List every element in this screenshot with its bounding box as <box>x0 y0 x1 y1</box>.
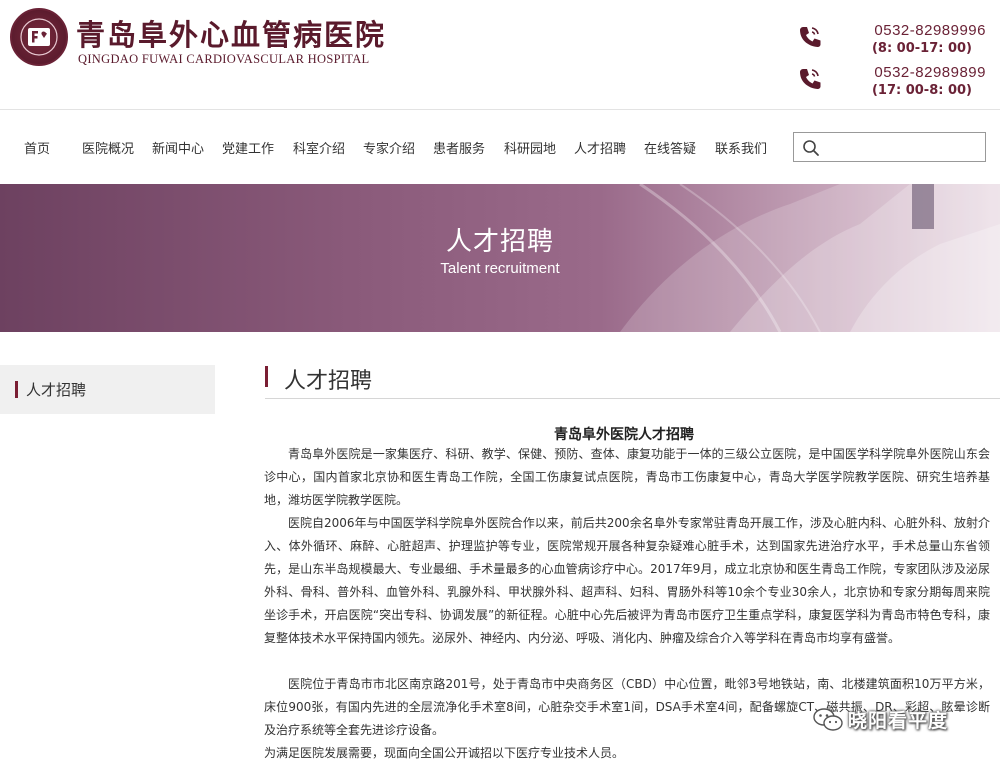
banner-doctor-image <box>620 184 1000 332</box>
search-icon[interactable] <box>802 139 820 157</box>
nav-item-news[interactable]: 新闻中心 <box>152 138 204 157</box>
phone-number[interactable]: 0532-82989996 <box>796 22 986 39</box>
banner-title: 人才招聘 <box>445 227 554 257</box>
article-paragraph: 为满足医院发展需要，现面向全国公开诚招以下医疗专业技术人员。 <box>264 746 625 760</box>
phone-block-night: 0532-82989899 (17: 00-8: 00) <box>796 64 986 98</box>
page-title: 人才招聘 <box>284 369 373 394</box>
nav-item-online-qa[interactable]: 在线答疑 <box>644 138 696 157</box>
article-paragraph: 青岛阜外医院是一家集医疗、科研、教学、保健、预防、查体、康复功能于一体的三级公立… <box>264 447 990 507</box>
phone-hours: (17: 00-8: 00) <box>871 83 972 98</box>
site-header: 青岛阜外心血管病医院 QINGDAO FUWAI CARDIOVASCULAR … <box>0 0 1000 110</box>
nav-item-research[interactable]: 科研园地 <box>504 138 556 157</box>
nav-item-patient-service[interactable]: 患者服务 <box>433 138 485 157</box>
hospital-logo-icon[interactable] <box>10 8 68 66</box>
sidebar-active-marker <box>15 381 18 398</box>
sidebar-item-label: 人才招聘 <box>26 381 87 399</box>
watermark-text: 晓阳看平度 <box>848 710 949 732</box>
nav-item-recruitment[interactable]: 人才招聘 <box>574 138 626 157</box>
nav-item-experts[interactable]: 专家介绍 <box>363 138 415 157</box>
nav-item-overview[interactable]: 医院概况 <box>82 138 134 157</box>
phone-hours: (8: 00-17: 00) <box>871 41 972 56</box>
phone-block-day: 0532-82989996 (8: 00-17: 00) <box>796 22 986 56</box>
nav-item-party[interactable]: 党建工作 <box>222 138 274 157</box>
article-title: 青岛阜外医院人才招聘 <box>554 427 694 443</box>
phone-number[interactable]: 0532-82989899 <box>796 64 986 81</box>
banner-subtitle: Talent recruitment <box>440 260 560 277</box>
title-divider <box>265 398 1000 399</box>
title-marker <box>265 366 268 387</box>
wechat-icon <box>813 708 843 731</box>
nav-item-contact[interactable]: 联系我们 <box>715 138 767 157</box>
phone-icon <box>800 27 821 47</box>
nav-item-departments[interactable]: 科室介绍 <box>293 138 345 157</box>
sidebar-item-recruitment[interactable]: 人才招聘 <box>0 365 215 414</box>
search-input[interactable] <box>793 132 986 162</box>
phone-icon <box>800 69 821 89</box>
hospital-name-en: QINGDAO FUWAI CARDIOVASCULAR HOSPITAL <box>78 52 370 66</box>
article-paragraph: 医院自2006年与中国医学科学院阜外医院合作以来，前后共200余名阜外专家常驻青… <box>264 516 990 645</box>
page-banner: 人才招聘 Talent recruitment <box>0 184 1000 332</box>
nav-item-home[interactable]: 首页 <box>24 138 50 157</box>
hospital-name-cn: 青岛阜外心血管病医院 <box>76 18 387 52</box>
wechat-watermark: 晓阳看平度 <box>812 704 987 736</box>
